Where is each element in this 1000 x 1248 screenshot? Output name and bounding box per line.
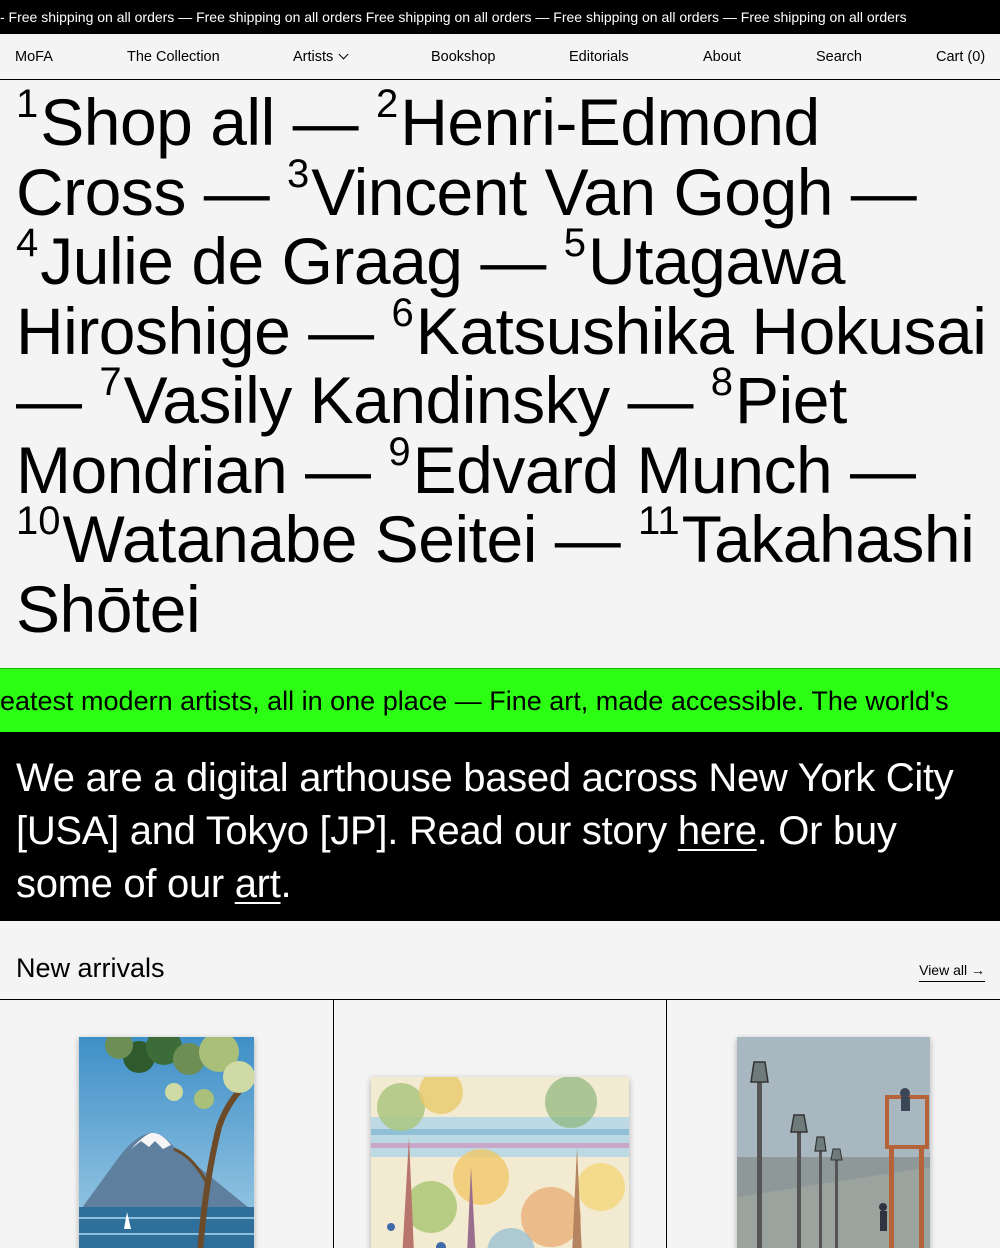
artist-name: Shop all (40, 85, 275, 159)
artist-separator: — (292, 85, 359, 159)
logo-link[interactable]: MoFA (15, 34, 53, 80)
nav-cart[interactable]: Cart (0) (936, 34, 985, 80)
artist-separator: — (480, 224, 546, 298)
view-all-link[interactable]: View all → (919, 962, 985, 982)
main-nav: MoFA The Collection Artists Bookshop Edi… (0, 34, 1000, 80)
ticker-text: eatest modern artists, all in one place … (0, 686, 949, 716)
artist-index: 1Shop all — 2Henri-Edmond Cross — 3Vince… (16, 82, 991, 644)
artist-number: 9 (388, 429, 411, 474)
section-title: New arrivals (16, 953, 165, 983)
nav-collection[interactable]: The Collection (127, 34, 220, 80)
artist-separator: — (16, 363, 82, 437)
nav-editorials[interactable]: Editorials (569, 34, 629, 80)
artist-name: Julie de Graag (40, 224, 463, 298)
product-card[interactable] (0, 1000, 334, 1248)
artist-separator: — (305, 432, 371, 507)
artist-link[interactable]: 7Vasily Kandinsky (99, 360, 611, 437)
artist-name: Vasily Kandinsky (123, 363, 611, 437)
artist-name: Watanabe Seitei (62, 502, 538, 576)
artist-link[interactable]: 10Watanabe Seitei (16, 499, 538, 576)
artist-separator: — (554, 502, 621, 576)
product-image-cross-landscape[interactable] (371, 1077, 629, 1248)
artist-link[interactable]: 6Katsushika Hokusai (391, 290, 987, 368)
artist-separator: — (203, 154, 270, 229)
nav-about[interactable]: About (703, 34, 741, 80)
chevron-down-icon (338, 49, 349, 60)
new-arrivals-header: New arrivals View all → (0, 921, 1000, 1000)
artist-name: Katsushika Hokusai (415, 293, 987, 368)
nav-artists-label: Artists (293, 49, 334, 65)
artist-number: 11 (638, 499, 680, 543)
product-image-mount-fuji[interactable] (79, 1037, 254, 1248)
artist-link[interactable]: 4Julie de Graag (16, 221, 463, 298)
about-text-3: . (280, 862, 292, 906)
artist-number: 1 (16, 82, 39, 126)
shipping-banner: - Free shipping on all orders — Free shi… (0, 0, 1000, 34)
art-link[interactable]: art (235, 862, 281, 906)
artist-link[interactable]: 9Edvard Munch (388, 429, 833, 507)
artist-number: 4 (16, 221, 39, 265)
artist-number: 7 (99, 360, 122, 404)
artist-number: 3 (287, 151, 310, 196)
nav-search[interactable]: Search (816, 34, 862, 80)
artist-number: 2 (375, 82, 399, 126)
story-link[interactable]: here (678, 809, 757, 853)
product-card[interactable] (334, 1000, 667, 1248)
artist-number: 5 (563, 221, 586, 265)
artist-link[interactable]: 3Vincent Van Gogh (287, 151, 833, 229)
artist-number: 10 (16, 499, 61, 543)
nav-artists[interactable]: Artists (293, 34, 349, 80)
shipping-banner-text: - Free shipping on all orders — Free shi… (0, 9, 907, 25)
artist-separator: — (308, 293, 374, 368)
artist-separator: — (850, 432, 916, 507)
artist-name: Edvard Munch (412, 432, 833, 507)
artist-separator: — (850, 154, 917, 229)
product-grid (0, 1000, 1000, 1248)
about-statement: We are a digital arthouse based across N… (0, 732, 1000, 921)
nav-bookshop[interactable]: Bookshop (431, 34, 496, 80)
artist-separator: — (627, 363, 693, 437)
artist-link[interactable]: 1Shop all (16, 82, 275, 159)
product-card[interactable] (667, 1000, 1000, 1248)
artist-name: Vincent Van Gogh (311, 154, 833, 229)
marquee-ticker: eatest modern artists, all in one place … (0, 668, 1000, 732)
product-image-van-gogh-street[interactable] (737, 1037, 930, 1248)
artist-number: 8 (710, 360, 734, 404)
artist-number: 6 (391, 290, 414, 335)
